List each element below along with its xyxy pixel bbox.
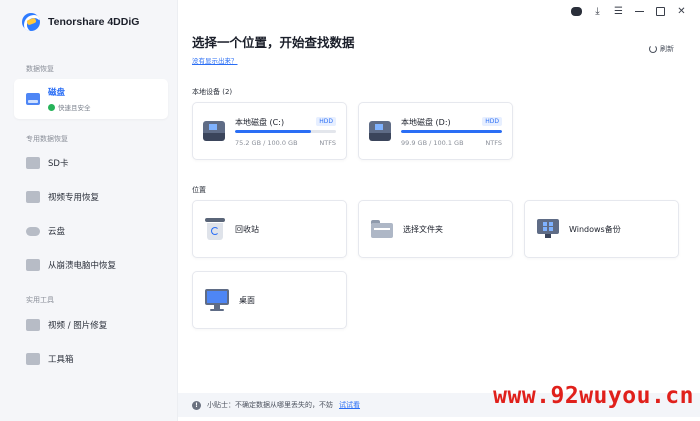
maximize-button[interactable]: [654, 5, 667, 18]
sidebar-item-label: SD卡: [48, 159, 69, 169]
drive-icon: [369, 121, 391, 143]
location-card-windows-backup[interactable]: Windows备份: [524, 200, 679, 258]
location-card-desktop[interactable]: 桌面: [192, 271, 347, 329]
section-label-special: 专用数据恢复: [26, 135, 68, 143]
shield-icon: [48, 103, 55, 111]
sidebar-item-label: 视频专用恢复: [48, 193, 100, 203]
locations-label: 位置: [192, 186, 206, 194]
chat-icon: [571, 7, 582, 16]
section-label-recovery: 数据恢复: [26, 65, 54, 73]
toolbox-icon: [26, 353, 40, 365]
video-icon: [26, 191, 40, 203]
close-button[interactable]: ✕: [675, 5, 688, 18]
brand: Tenorshare 4DDiG: [22, 13, 139, 31]
menu-button[interactable]: ☰: [612, 5, 625, 18]
sidebar-item-label: 视频 / 图片修复: [48, 321, 108, 331]
menu-icon: ☰: [614, 6, 623, 17]
sidebar-item-crashed-pc[interactable]: 从崩溃电脑中恢复: [14, 249, 168, 281]
location-label: 桌面: [239, 295, 255, 305]
close-icon: ✕: [677, 6, 686, 17]
sidebar-item-label: 磁盘: [48, 88, 66, 98]
tip-link[interactable]: 试试看: [339, 400, 360, 410]
tip-text: 小贴士：不确定数据从哪里丢失的，不妨: [207, 401, 333, 409]
crashed-pc-icon: [26, 259, 40, 271]
section-label-tools: 实用工具: [26, 296, 54, 304]
cloud-icon: [26, 226, 40, 236]
sidebar-item-label: 工具箱: [48, 355, 74, 365]
sidebar-item-disk[interactable]: 磁盘 快速且安全: [14, 79, 168, 119]
desktop-icon: [205, 289, 229, 311]
download-button[interactable]: ⤓: [591, 5, 604, 18]
folder-icon: [371, 220, 393, 238]
sidebar-item-sd-card[interactable]: SD卡: [14, 147, 168, 179]
drive-size: 99.9 GB / 100.1 GB: [401, 139, 464, 147]
sidebar-item-toolbox[interactable]: 工具箱: [14, 343, 168, 375]
location-card-select-folder[interactable]: 选择文件夹: [358, 200, 513, 258]
location-card-recycle-bin[interactable]: 回收站: [192, 200, 347, 258]
drive-usage-fill: [401, 130, 502, 133]
sidebar-item-video-recovery[interactable]: 视频专用恢复: [14, 181, 168, 213]
brand-logo-icon: [22, 13, 40, 31]
drive-size: 75.2 GB / 100.0 GB: [235, 139, 298, 147]
drive-filesystem: NTFS: [319, 139, 336, 147]
drive-usage-bar: [401, 130, 502, 133]
sidebar-item-label: 从崩溃电脑中恢复: [48, 261, 117, 271]
local-devices-label: 本地设备 (2): [192, 88, 233, 96]
sidebar: Tenorshare 4DDiG 数据恢复 磁盘 快速且安全 专用数据恢复 SD…: [0, 0, 178, 421]
hard-disk-icon: [26, 93, 40, 105]
drive-type-badge: HDD: [316, 117, 336, 126]
main-panel: ⤓ ☰ ✕ 选择一个位置，开始查找数据 没有显示出来？ 刷新 本地设备 (2) …: [178, 0, 700, 421]
drive-usage-bar: [235, 130, 336, 133]
page-title: 选择一个位置，开始查找数据: [192, 35, 355, 50]
sd-card-icon: [26, 157, 40, 169]
location-label: 回收站: [235, 224, 259, 234]
window-controls: ⤓ ☰ ✕: [570, 5, 688, 18]
recycle-bin-icon: [205, 218, 225, 240]
info-icon: !: [192, 400, 201, 410]
windows-backup-icon: [537, 219, 559, 239]
location-label: 选择文件夹: [403, 224, 443, 234]
repair-icon: [26, 319, 40, 331]
drive-card-d[interactable]: 本地磁盘 (D:) HDD 99.9 GB / 100.1 GB NTFS: [358, 102, 513, 160]
watermark: www.92wuyou.cn: [493, 383, 694, 409]
drive-name: 本地磁盘 (C:): [235, 118, 285, 127]
sidebar-item-cloud[interactable]: 云盘: [14, 215, 168, 247]
refresh-button[interactable]: 刷新: [649, 44, 674, 54]
maximize-icon: [656, 7, 665, 16]
download-icon: ⤓: [595, 6, 600, 17]
chat-button[interactable]: [570, 5, 583, 18]
refresh-label: 刷新: [660, 45, 674, 53]
sidebar-item-repair[interactable]: 视频 / 图片修复: [14, 309, 168, 341]
minimize-icon: [635, 10, 644, 13]
drive-usage-fill: [235, 130, 311, 133]
refresh-icon: [649, 45, 657, 53]
drive-type-badge: HDD: [482, 117, 502, 126]
brand-name: Tenorshare 4DDiG: [48, 16, 140, 28]
minimize-button[interactable]: [633, 5, 646, 18]
sidebar-item-label: 云盘: [48, 227, 66, 237]
drive-name: 本地磁盘 (D:): [401, 118, 451, 127]
sidebar-item-sublabel: 快速且安全: [58, 104, 91, 112]
location-label: Windows备份: [569, 224, 621, 234]
app-window: Tenorshare 4DDiG 数据恢复 磁盘 快速且安全 专用数据恢复 SD…: [0, 0, 700, 421]
drive-card-c[interactable]: 本地磁盘 (C:) HDD 75.2 GB / 100.0 GB NTFS: [192, 102, 347, 160]
drive-filesystem: NTFS: [485, 139, 502, 147]
not-shown-link[interactable]: 没有显示出来？: [192, 55, 238, 65]
drive-icon: [203, 121, 225, 143]
